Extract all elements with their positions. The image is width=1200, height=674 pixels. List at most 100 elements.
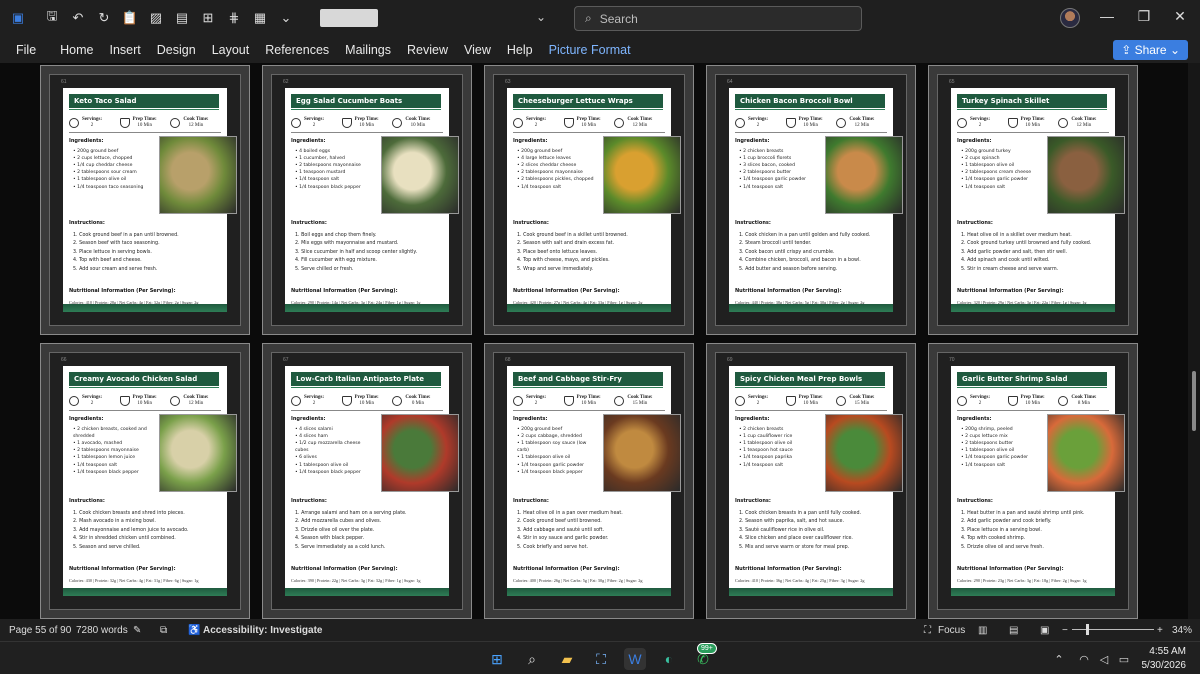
- accessibility-icon[interactable]: ♿: [188, 625, 200, 636]
- recipe-page-card[interactable]: 67 Low-Carb Italian Antipasto Plate Serv…: [262, 343, 472, 619]
- redo-icon[interactable]: ↻: [94, 8, 114, 28]
- prep-time: Prep Time: 10 Min: [799, 395, 823, 407]
- recipe-page[interactable]: 70 Garlic Butter Shrimp Salad Servings: 2…: [949, 357, 1125, 596]
- instructions-heading: Instructions:: [735, 220, 771, 226]
- zoom-level[interactable]: 34%: [1172, 625, 1192, 636]
- proofing-icon[interactable]: ✎: [133, 625, 141, 636]
- windows-start-icon[interactable]: ⊞: [486, 648, 508, 670]
- store-icon[interactable]: ⛶: [590, 648, 612, 670]
- document-title[interactable]: [320, 9, 378, 27]
- volume-icon[interactable]: ◁: [1096, 648, 1112, 670]
- tab-layout[interactable]: Layout: [212, 43, 250, 57]
- tab-picture-format[interactable]: Picture Format: [549, 43, 631, 57]
- battery-icon[interactable]: ▭: [1116, 648, 1132, 670]
- recipe-photo[interactable]: [381, 136, 459, 214]
- page-count[interactable]: Page 55 of 90: [9, 625, 71, 636]
- vertical-scrollbar[interactable]: [1188, 63, 1200, 619]
- tab-review[interactable]: Review: [407, 43, 448, 57]
- zoom-slider[interactable]: [1072, 629, 1154, 630]
- recipe-page[interactable]: 69 Spicy Chicken Meal Prep Bowls Serving…: [727, 357, 903, 596]
- tab-references[interactable]: References: [265, 43, 329, 57]
- word-icon[interactable]: W: [624, 648, 646, 670]
- save-icon[interactable]: 🖫: [42, 8, 62, 28]
- scrollbar-thumb[interactable]: [1192, 371, 1196, 431]
- zoom-slider-thumb[interactable]: [1086, 624, 1089, 635]
- table-icon[interactable]: ⊞: [198, 8, 218, 28]
- word-count[interactable]: 7280 words: [76, 625, 128, 636]
- cook-cell: Cook Time: 15 Min: [614, 391, 665, 410]
- zoom-out-button[interactable]: −: [1062, 625, 1068, 636]
- grid-icon[interactable]: ▦: [250, 8, 270, 28]
- focus-label[interactable]: Focus: [938, 625, 965, 636]
- ribbon-tabs: File Home Insert Design Layout Reference…: [0, 36, 1200, 63]
- file-explorer-icon[interactable]: ▰: [556, 648, 578, 670]
- recipe-page[interactable]: 63 Cheeseburger Lettuce Wraps Servings: 2…: [505, 79, 681, 312]
- recipe-photo[interactable]: [159, 414, 237, 492]
- recipe-photo[interactable]: [825, 136, 903, 214]
- tab-help[interactable]: Help: [507, 43, 533, 57]
- restore-button[interactable]: ❐: [1132, 8, 1156, 25]
- track-icon[interactable]: ⧉: [160, 625, 167, 636]
- paste-icon[interactable]: 📋: [120, 8, 140, 28]
- recipe-photo[interactable]: [603, 414, 681, 492]
- clock[interactable]: 4:55 AM 5/30/2026: [1142, 645, 1187, 672]
- recipe-page[interactable]: 64 Chicken Bacon Broccoli Bowl Servings:…: [727, 79, 903, 312]
- recipe-photo[interactable]: [825, 414, 903, 492]
- web-layout-icon[interactable]: ▣: [1040, 625, 1049, 636]
- nutrition-heading: Nutritional Information (Per Serving):: [291, 288, 398, 294]
- edge-icon[interactable]: ◐: [658, 648, 680, 670]
- recipe-page[interactable]: 67 Low-Carb Italian Antipasto Plate Serv…: [283, 357, 459, 596]
- tab-insert[interactable]: Insert: [110, 43, 141, 57]
- tab-design[interactable]: Design: [157, 43, 196, 57]
- wifi-icon[interactable]: ◠: [1076, 648, 1092, 670]
- search-icon[interactable]: ⌕: [521, 648, 543, 670]
- zoom-in-button[interactable]: +: [1157, 625, 1163, 636]
- nutrition-info: Calories: 430 | Protein: 32g | Net Carbs…: [69, 578, 199, 583]
- tab-file[interactable]: File: [16, 43, 36, 57]
- recipe-page[interactable]: 62 Egg Salad Cucumber Boats Servings: 2 P…: [283, 79, 459, 312]
- document-canvas[interactable]: 61 Keto Taco Salad Servings: 2 Prep Time:…: [0, 63, 1188, 619]
- recipe-page-card[interactable]: 61 Keto Taco Salad Servings: 2 Prep Time:…: [40, 65, 250, 335]
- prep-time: Prep Time: 10 Min: [1021, 117, 1045, 129]
- share-button[interactable]: ⇪ Share ⌄: [1113, 40, 1188, 60]
- undo-icon[interactable]: ↶: [68, 8, 88, 28]
- customize-toolbar-icon[interactable]: ⌄: [276, 8, 296, 28]
- recipe-page-card[interactable]: 66 Creamy Avocado Chicken Salad Servings…: [40, 343, 250, 619]
- prep-value: 10 Min: [137, 400, 152, 406]
- cook-cell: Cook Time: 15 Min: [836, 391, 887, 410]
- accessibility-status[interactable]: Accessibility: Investigate: [203, 625, 323, 636]
- read-mode-icon[interactable]: ▥: [978, 625, 987, 636]
- recipe-page-card[interactable]: 62 Egg Salad Cucumber Boats Servings: 2 P…: [262, 65, 472, 335]
- columns-icon[interactable]: ⋕: [224, 8, 244, 28]
- title-chevron-icon[interactable]: ⌄: [536, 10, 546, 24]
- recipe-page[interactable]: 61 Keto Taco Salad Servings: 2 Prep Time:…: [61, 79, 237, 312]
- close-button[interactable]: ✕: [1168, 8, 1192, 25]
- print-layout-icon[interactable]: ▤: [1009, 625, 1018, 636]
- chevron-up-icon[interactable]: ⌃: [1050, 648, 1068, 670]
- picture-icon[interactable]: ▨: [146, 8, 166, 28]
- tab-view[interactable]: View: [464, 43, 491, 57]
- focus-icon[interactable]: ⛶: [924, 625, 931, 636]
- minimize-button[interactable]: —: [1095, 8, 1119, 24]
- recipe-page[interactable]: 68 Beef and Cabbage Stir-Fry Servings: 2 …: [505, 357, 681, 596]
- recipe-page[interactable]: 66 Creamy Avocado Chicken Salad Servings…: [61, 357, 237, 596]
- recipe-page-card[interactable]: 68 Beef and Cabbage Stir-Fry Servings: 2 …: [484, 343, 694, 619]
- recipe-page-card[interactable]: 69 Spicy Chicken Meal Prep Bowls Serving…: [706, 343, 916, 619]
- recipe-photo[interactable]: [1047, 414, 1125, 492]
- tab-mailings[interactable]: Mailings: [345, 43, 391, 57]
- page-frame: 69 Spicy Chicken Meal Prep Bowls Serving…: [715, 352, 907, 610]
- recipe-photo[interactable]: [159, 136, 237, 214]
- tab-home[interactable]: Home: [60, 43, 93, 57]
- recipe-photo[interactable]: [1047, 136, 1125, 214]
- format-icon[interactable]: ▤: [172, 8, 192, 28]
- recipe-page-card[interactable]: 70 Garlic Butter Shrimp Salad Servings: 2…: [928, 343, 1138, 619]
- recipe-page-card[interactable]: 64 Chicken Bacon Broccoli Bowl Servings:…: [706, 65, 916, 335]
- servings-value: 2: [90, 122, 94, 128]
- recipe-page[interactable]: 65 Turkey Spinach Skillet Servings: 2 Pre…: [949, 79, 1125, 312]
- recipe-photo[interactable]: [603, 136, 681, 214]
- recipe-page-card[interactable]: 63 Cheeseburger Lettuce Wraps Servings: 2…: [484, 65, 694, 335]
- avatar[interactable]: [1060, 8, 1080, 28]
- recipe-page-card[interactable]: 65 Turkey Spinach Skillet Servings: 2 Pre…: [928, 65, 1138, 335]
- search-box[interactable]: ⌕ Search: [574, 6, 862, 31]
- recipe-photo[interactable]: [381, 414, 459, 492]
